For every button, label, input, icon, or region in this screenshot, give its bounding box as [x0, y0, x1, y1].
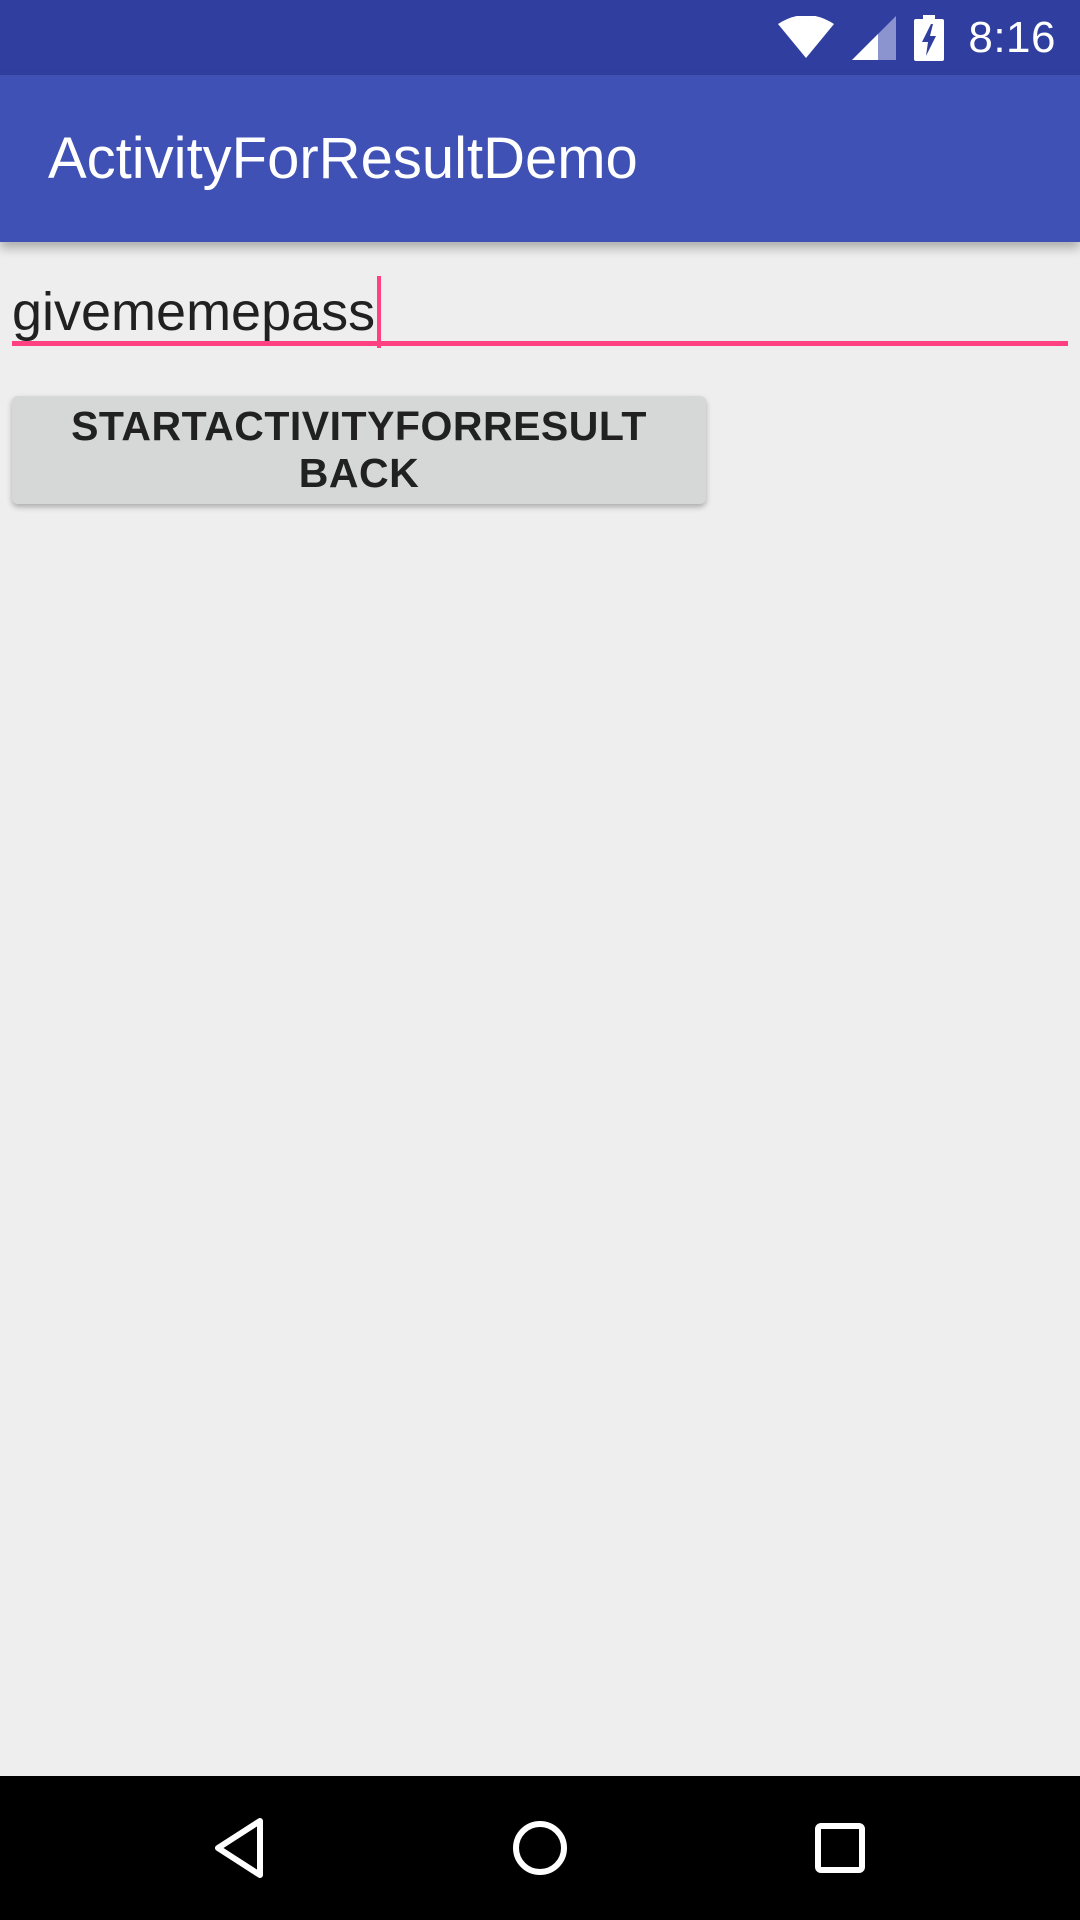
status-bar: 8:16 — [0, 0, 1080, 75]
wifi-icon — [778, 15, 835, 58]
app-bar: ActivityForResultDemo — [0, 75, 1080, 242]
text-input-value[interactable]: givememepass — [12, 280, 375, 344]
text-input-value-wrapper[interactable]: givememepass — [12, 276, 382, 348]
recents-icon — [815, 1823, 865, 1873]
navigation-bar — [0, 1776, 1080, 1920]
back-icon — [215, 1818, 263, 1878]
text-cursor — [377, 276, 382, 348]
app-title: ActivityForResultDemo — [48, 126, 638, 191]
nav-back-button[interactable] — [150, 1776, 330, 1920]
status-icons: 8:16 — [778, 0, 1056, 75]
start-activity-for-result-back-button[interactable]: STARTACTIVITYFORRESULT BACK — [12, 396, 706, 504]
status-time: 8:16 — [968, 12, 1056, 62]
nav-home-button[interactable] — [450, 1776, 630, 1920]
text-input-field[interactable]: givememepass — [12, 270, 1068, 348]
signal-icon — [852, 15, 897, 60]
home-icon — [513, 1821, 567, 1875]
button-label: STARTACTIVITYFORRESULT BACK — [71, 403, 647, 496]
main-content: givememepass STARTACTIVITYFORRESULT BACK — [0, 242, 1080, 1776]
text-input-underline — [12, 341, 1068, 346]
battery-charging-icon — [914, 14, 945, 61]
nav-recents-button[interactable] — [750, 1776, 930, 1920]
